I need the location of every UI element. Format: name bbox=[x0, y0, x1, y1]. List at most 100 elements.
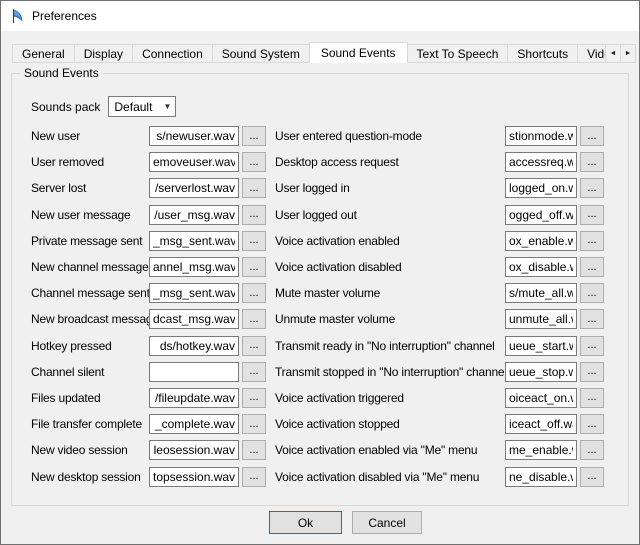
browse-button[interactable]: ... bbox=[242, 205, 266, 225]
sound-event-label: New user message bbox=[31, 208, 149, 222]
browse-button[interactable]: ... bbox=[580, 126, 604, 146]
tab-display[interactable]: Display bbox=[74, 44, 133, 63]
browse-button[interactable]: ... bbox=[580, 467, 604, 487]
tab-label: General bbox=[22, 47, 65, 61]
browse-button[interactable]: ... bbox=[242, 388, 266, 408]
browse-button[interactable]: ... bbox=[242, 309, 266, 329]
browse-button[interactable]: ... bbox=[580, 178, 604, 198]
tab-shortcuts[interactable]: Shortcuts bbox=[507, 44, 578, 63]
browse-button[interactable]: ... bbox=[242, 152, 266, 172]
tab-sound-events[interactable]: Sound Events bbox=[309, 42, 408, 63]
sound-event-row-user-entered-question-mode: User entered question-mode ... bbox=[275, 123, 604, 149]
browse-button[interactable]: ... bbox=[242, 178, 266, 198]
sound-event-row-new-user: New user ... bbox=[31, 123, 266, 149]
browse-button[interactable]: ... bbox=[580, 152, 604, 172]
sound-event-label: User logged out bbox=[275, 208, 505, 222]
sound-file-input[interactable] bbox=[149, 257, 239, 277]
browse-button[interactable]: ... bbox=[580, 205, 604, 225]
browse-button[interactable]: ... bbox=[242, 126, 266, 146]
browse-button[interactable]: ... bbox=[580, 283, 604, 303]
sound-events-column-right: User entered question-mode ... Desktop a… bbox=[275, 123, 604, 490]
sound-file-input[interactable] bbox=[505, 231, 577, 251]
browse-button[interactable]: ... bbox=[580, 362, 604, 382]
sound-event-label: New desktop session bbox=[31, 470, 149, 484]
sound-file-input[interactable] bbox=[505, 414, 577, 434]
sound-event-row-voice-activation-enabled-via-me-menu: Voice activation enabled via "Me" menu .… bbox=[275, 437, 604, 463]
sound-file-input[interactable] bbox=[149, 126, 239, 146]
sound-event-label: New user bbox=[31, 129, 149, 143]
sound-file-input[interactable] bbox=[149, 440, 239, 460]
sound-file-input[interactable] bbox=[149, 467, 239, 487]
app-icon bbox=[9, 8, 25, 24]
browse-button[interactable]: ... bbox=[580, 309, 604, 329]
sound-file-input[interactable] bbox=[505, 205, 577, 225]
sound-file-input[interactable] bbox=[505, 309, 577, 329]
sound-file-input[interactable] bbox=[149, 205, 239, 225]
tab-bar: General Display Connection Sound System … bbox=[12, 42, 605, 63]
sound-file-input[interactable] bbox=[149, 283, 239, 303]
sound-file-input[interactable] bbox=[149, 178, 239, 198]
browse-button[interactable]: ... bbox=[242, 231, 266, 251]
browse-button[interactable]: ... bbox=[242, 336, 266, 356]
sound-file-input[interactable] bbox=[505, 257, 577, 277]
browse-button[interactable]: ... bbox=[580, 336, 604, 356]
groupbox-legend: Sound Events bbox=[20, 66, 103, 80]
browse-button[interactable]: ... bbox=[242, 467, 266, 487]
sound-event-row-channel-message-sent: Channel message sent ... bbox=[31, 280, 266, 306]
sound-file-input[interactable] bbox=[149, 388, 239, 408]
sound-event-row-voice-activation-stopped: Voice activation stopped ... bbox=[275, 411, 604, 437]
sound-file-input[interactable] bbox=[149, 152, 239, 172]
ok-button[interactable]: Ok bbox=[269, 511, 342, 534]
browse-button[interactable]: ... bbox=[242, 257, 266, 277]
sound-file-input[interactable] bbox=[505, 440, 577, 460]
sound-event-row-mute-master-volume: Mute master volume ... bbox=[275, 280, 604, 306]
sound-file-input[interactable] bbox=[149, 362, 239, 382]
cancel-button[interactable]: Cancel bbox=[352, 511, 422, 534]
sound-file-input[interactable] bbox=[505, 336, 577, 356]
sound-event-row-transmit-stopped-in-no-interruption-channel: Transmit stopped in "No interruption" ch… bbox=[275, 359, 604, 385]
sound-file-input[interactable] bbox=[149, 414, 239, 434]
sound-file-input[interactable] bbox=[505, 467, 577, 487]
title-bar: Preferences bbox=[1, 1, 639, 31]
sound-event-row-voice-activation-disabled: Voice activation disabled ... bbox=[275, 254, 604, 280]
sound-event-row-voice-activation-triggered: Voice activation triggered ... bbox=[275, 385, 604, 411]
sound-file-input[interactable] bbox=[505, 152, 577, 172]
tab-label: Video bbox=[587, 47, 605, 61]
tab-connection[interactable]: Connection bbox=[132, 44, 213, 63]
browse-button[interactable]: ... bbox=[580, 231, 604, 251]
tab-scroll-left-button[interactable]: ◄ bbox=[605, 44, 621, 63]
browse-button[interactable]: ... bbox=[580, 388, 604, 408]
sound-file-input[interactable] bbox=[505, 283, 577, 303]
browse-button[interactable]: ... bbox=[580, 440, 604, 460]
tab-label: Sound System bbox=[222, 47, 300, 61]
sound-event-row-unmute-master-volume: Unmute master volume ... bbox=[275, 306, 604, 332]
browse-button[interactable]: ... bbox=[580, 414, 604, 434]
tab-general[interactable]: General bbox=[12, 44, 75, 63]
sound-file-input[interactable] bbox=[505, 178, 577, 198]
browse-button[interactable]: ... bbox=[242, 414, 266, 434]
sound-file-input[interactable] bbox=[505, 362, 577, 382]
sound-file-input[interactable] bbox=[149, 231, 239, 251]
sound-event-label: Channel message sent bbox=[31, 286, 149, 300]
sound-event-label: New broadcast message bbox=[31, 312, 149, 326]
sound-file-input[interactable] bbox=[505, 388, 577, 408]
browse-button[interactable]: ... bbox=[580, 257, 604, 277]
sound-event-label: Hotkey pressed bbox=[31, 339, 149, 353]
tab-label: Sound Events bbox=[321, 46, 396, 60]
sound-event-row-new-desktop-session: New desktop session ... bbox=[31, 463, 266, 489]
tab-scroll-right-button[interactable]: ► bbox=[620, 44, 636, 63]
browse-button[interactable]: ... bbox=[242, 283, 266, 303]
tab-label: Display bbox=[84, 47, 123, 61]
sound-file-input[interactable] bbox=[149, 309, 239, 329]
sound-events-groupbox: Sound Events Sounds pack Default ▼ New u… bbox=[11, 73, 629, 506]
sound-event-row-desktop-access-request: Desktop access request ... bbox=[275, 149, 604, 175]
tab-sound-system[interactable]: Sound System bbox=[212, 44, 310, 63]
sounds-pack-select[interactable]: Default ▼ bbox=[108, 96, 176, 117]
sound-event-label: Transmit stopped in "No interruption" ch… bbox=[275, 365, 505, 379]
sound-file-input[interactable] bbox=[505, 126, 577, 146]
browse-button[interactable]: ... bbox=[242, 440, 266, 460]
sound-file-input[interactable] bbox=[149, 336, 239, 356]
tab-video[interactable]: Video bbox=[577, 44, 605, 63]
tab-text-to-speech[interactable]: Text To Speech bbox=[407, 44, 509, 63]
browse-button[interactable]: ... bbox=[242, 362, 266, 382]
